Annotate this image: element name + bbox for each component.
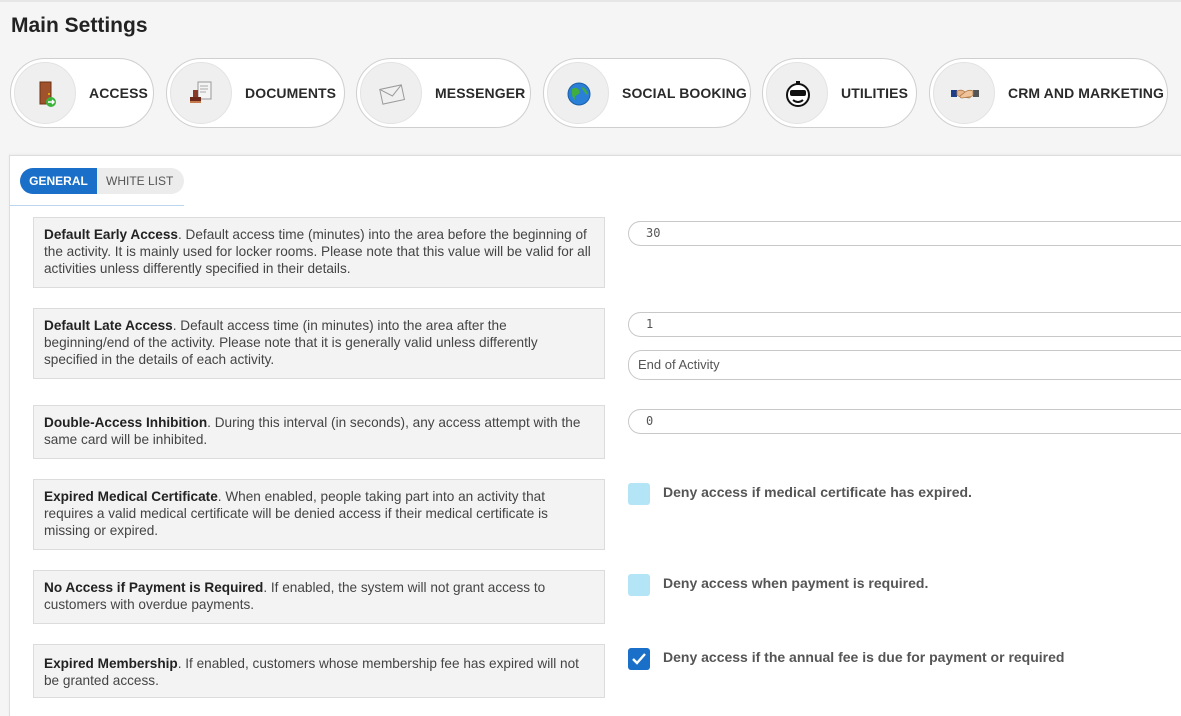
setting-title: Double-Access Inhibition bbox=[44, 415, 208, 430]
setting-title: No Access if Payment is Required bbox=[44, 580, 264, 595]
module-icon-circle bbox=[14, 62, 76, 124]
membership-checkbox[interactable] bbox=[628, 648, 650, 670]
module-access-button[interactable]: ACCESS bbox=[10, 58, 154, 128]
module-icon-circle bbox=[170, 62, 232, 124]
module-label: DOCUMENTS bbox=[245, 85, 337, 101]
setting-title: Expired Medical Certificate bbox=[44, 489, 218, 504]
module-bar: ACCESS DOCUMENTS MESSENGER SOCIAL BOOKIN… bbox=[0, 0, 1181, 140]
setting-payment-description: No Access if Payment is Required. If ena… bbox=[33, 570, 605, 624]
late-access-input[interactable]: 1 bbox=[628, 312, 1181, 337]
tab-white-list[interactable]: WHITE LIST bbox=[106, 168, 173, 194]
payment-required-checkbox[interactable] bbox=[628, 574, 650, 596]
tab-general[interactable]: GENERAL bbox=[20, 168, 97, 194]
late-access-mode-select[interactable]: End of Activity bbox=[628, 350, 1181, 380]
module-social-booking-button[interactable]: SOCIAL BOOKING bbox=[543, 58, 751, 128]
module-label: SOCIAL BOOKING bbox=[622, 85, 747, 101]
setting-medical-certificate-description: Expired Medical Certificate. When enable… bbox=[33, 479, 605, 550]
setting-title: Default Early Access bbox=[44, 227, 178, 242]
module-icon-circle bbox=[933, 62, 995, 124]
module-label: UTILITIES bbox=[841, 85, 909, 101]
module-utilities-button[interactable]: UTILITIES bbox=[762, 58, 917, 128]
double-access-input[interactable]: 0 bbox=[628, 409, 1181, 434]
module-label: ACCESS bbox=[89, 85, 148, 101]
membership-label: Deny access if the annual fee is due for… bbox=[663, 649, 1065, 665]
setting-early-access-description: Default Early Access. Default access tim… bbox=[33, 217, 605, 288]
module-icon-circle bbox=[360, 62, 422, 124]
medical-certificate-label: Deny access if medical certificate has e… bbox=[663, 484, 972, 500]
early-access-input[interactable]: 30 bbox=[628, 221, 1181, 246]
medical-certificate-checkbox[interactable] bbox=[628, 483, 650, 505]
settings-panel: GENERAL WHITE LIST Default Early Access.… bbox=[9, 155, 1181, 716]
tab-underline bbox=[10, 205, 184, 206]
setting-late-access-description: Default Late Access. Default access time… bbox=[33, 308, 605, 379]
module-crm-marketing-button[interactable]: CRM AND MARKETING bbox=[929, 58, 1168, 128]
module-icon-circle bbox=[766, 62, 828, 124]
setting-membership-description: Expired Membership. If enabled, customer… bbox=[33, 644, 605, 698]
setting-title: Expired Membership bbox=[44, 656, 178, 671]
module-messenger-button[interactable]: MESSENGER bbox=[356, 58, 531, 128]
module-icon-circle bbox=[547, 62, 609, 124]
module-label: CRM AND MARKETING bbox=[1008, 85, 1164, 101]
payment-required-label: Deny access when payment is required. bbox=[663, 575, 929, 591]
setting-title: Default Late Access bbox=[44, 318, 173, 333]
tab-bar: GENERAL WHITE LIST bbox=[20, 168, 184, 194]
module-label: MESSENGER bbox=[435, 85, 526, 101]
setting-double-access-description: Double-Access Inhibition. During this in… bbox=[33, 405, 605, 459]
module-documents-button[interactable]: DOCUMENTS bbox=[166, 58, 345, 128]
